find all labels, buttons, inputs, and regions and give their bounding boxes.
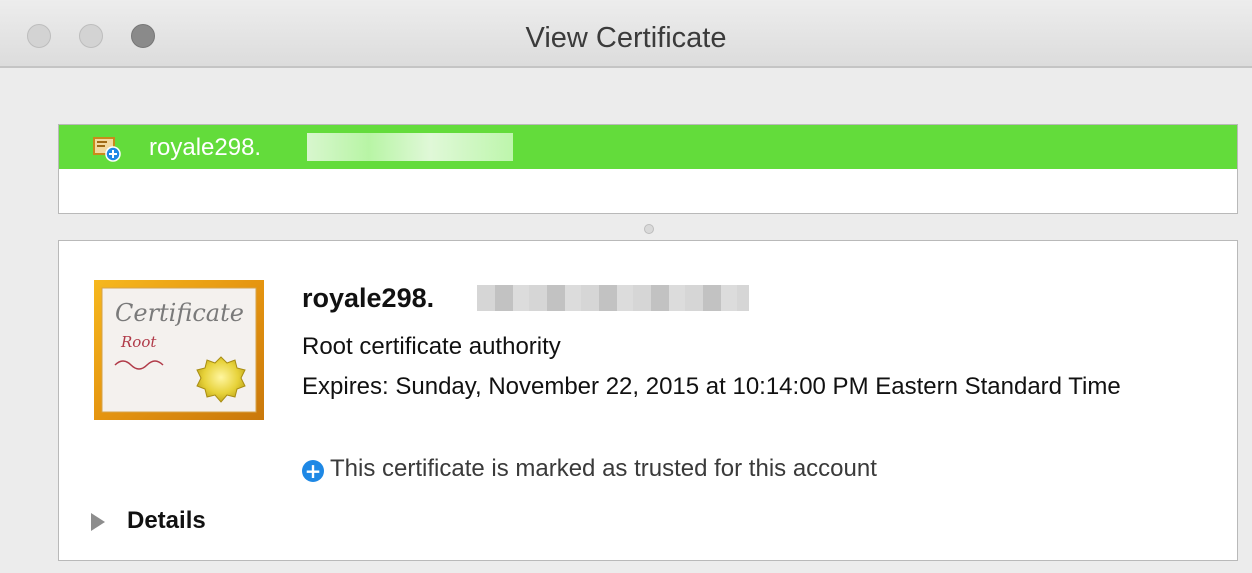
title-bar[interactable]: View Certificate [0,0,1252,68]
certificate-badge-icon: Certificate Root [94,280,264,420]
certificate-badge-subtext: Root [120,333,157,351]
plus-circle-icon: + [302,460,324,482]
certificate-list[interactable]: royale298. [58,124,1238,214]
certificate-icon [93,137,121,162]
redacted-text [477,285,749,311]
certificate-expiry: Expires: Sunday, November 22, 2015 at 10… [302,373,1121,400]
list-item-label: royale298. [149,134,262,161]
splitter-handle[interactable] [644,224,654,234]
list-item-certificate[interactable]: royale298. [59,125,1237,169]
view-certificate-window: View Certificate royale298. Certificate … [0,0,1252,573]
certificate-name: royale298. [302,283,435,313]
certificate-type: Root certificate authority [302,333,561,360]
window-title: View Certificate [525,22,727,54]
disclosure-triangle-icon[interactable] [91,513,105,531]
details-label: Details [127,507,206,534]
details-disclosure[interactable]: Details [91,507,206,537]
redacted-text [307,133,513,161]
trust-status-text: This certificate is marked as trusted fo… [330,455,877,482]
certificate-detail-panel: Certificate Root royale298. Root certifi… [58,240,1238,561]
trust-status: + This certificate is marked as trusted f… [302,455,877,483]
certificate-badge-text: Certificate [115,299,244,327]
